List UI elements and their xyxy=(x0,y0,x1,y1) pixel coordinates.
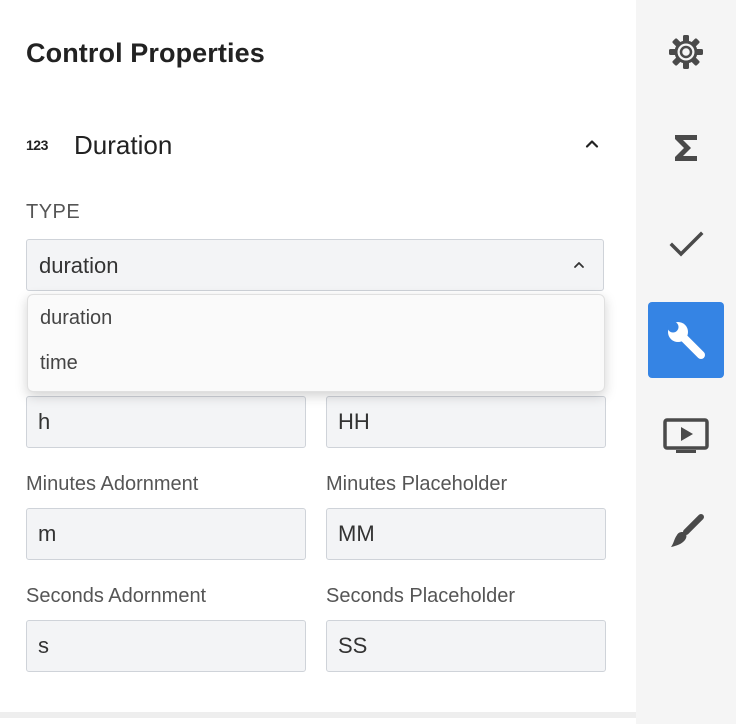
minutes-adornment-label: Minutes Adornment xyxy=(26,473,199,495)
chevron-up-icon xyxy=(574,262,584,268)
panel-bottom-divider xyxy=(0,712,636,718)
checkmark-icon xyxy=(669,231,704,257)
section-title: Duration xyxy=(74,130,173,160)
number-type-icon: 123 xyxy=(26,137,48,153)
control-properties-panel: Control Properties 123 Duration TYPE dur… xyxy=(0,0,636,724)
minutes-placeholder-label: Minutes Placeholder xyxy=(326,473,508,495)
sidebar-item-calculations[interactable] xyxy=(648,110,724,186)
type-select[interactable]: duration xyxy=(26,239,604,291)
dropdown-option-duration[interactable]: duration xyxy=(40,307,112,330)
seconds-adornment-input[interactable] xyxy=(26,620,306,672)
minutes-placeholder-input[interactable] xyxy=(326,508,606,560)
seconds-placeholder-label: Seconds Placeholder xyxy=(326,585,516,607)
type-select-value: duration xyxy=(39,253,119,278)
duration-section-header[interactable]: 123 Duration xyxy=(26,128,606,168)
sidebar-item-validation[interactable] xyxy=(648,206,724,282)
sigma-icon xyxy=(675,135,697,161)
sidebar-item-settings[interactable] xyxy=(648,14,724,90)
hours-adornment-input[interactable] xyxy=(26,396,306,448)
panel-title: Control Properties xyxy=(26,38,265,68)
wrench-icon xyxy=(667,321,705,359)
seconds-placeholder-input[interactable] xyxy=(326,620,606,672)
play-screen-icon xyxy=(663,418,709,453)
seconds-adornment-label: Seconds Adornment xyxy=(26,585,207,607)
paintbrush-icon xyxy=(671,514,704,547)
gear-icon xyxy=(669,35,703,69)
sidebar-item-style[interactable] xyxy=(648,494,724,570)
chevron-up-icon[interactable] xyxy=(582,134,602,154)
type-label: TYPE xyxy=(26,201,81,223)
dropdown-option-time[interactable]: time xyxy=(40,352,78,375)
hours-placeholder-input[interactable] xyxy=(326,396,606,448)
sidebar-item-preview[interactable] xyxy=(648,398,724,474)
type-dropdown-menu: duration time xyxy=(27,294,605,392)
sidebar-item-properties[interactable] xyxy=(648,302,724,378)
minutes-adornment-input[interactable] xyxy=(26,508,306,560)
